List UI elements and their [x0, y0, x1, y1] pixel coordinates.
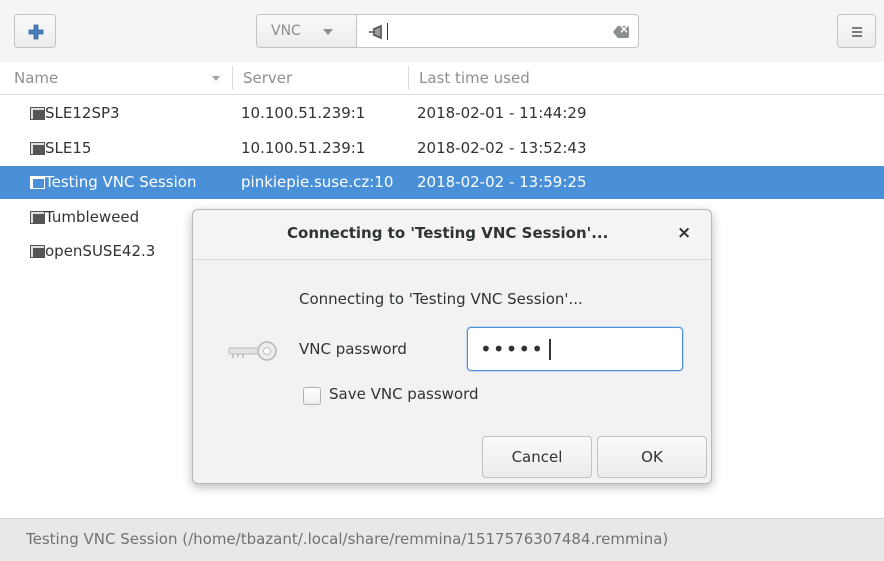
text-caret	[387, 23, 388, 40]
chevron-down-icon	[323, 29, 333, 35]
text-caret	[549, 339, 551, 360]
quick-connect-input[interactable]	[356, 14, 639, 48]
row-server: pinkiepie.suse.cz:10	[241, 173, 394, 191]
row-last-used: 2018-02-01 - 11:44:29	[417, 104, 587, 122]
status-text: Testing VNC Session (/home/tbazant/.loca…	[26, 530, 669, 548]
dialog-title: Connecting to 'Testing VNC Session'...	[287, 224, 609, 242]
sort-arrow-icon	[212, 76, 220, 81]
column-header-last-used[interactable]: Last time used	[419, 69, 530, 87]
connection-icon	[30, 245, 45, 258]
password-field[interactable]: •••••	[467, 327, 683, 371]
dialog-titlebar: Connecting to 'Testing VNC Session'... ×	[193, 210, 711, 260]
plus-icon	[28, 24, 44, 40]
list-header: Name Server Last time used	[0, 62, 884, 95]
row-server: 10.100.51.239:1	[241, 104, 366, 122]
toolbar: VNC	[0, 0, 884, 62]
connection-icon	[30, 176, 45, 189]
dialog-message: Connecting to 'Testing VNC Session'...	[299, 290, 583, 308]
connection-icon	[30, 211, 45, 224]
table-row[interactable]: SLE15 10.100.51.239:1 2018-02-02 - 13:52…	[0, 132, 884, 165]
row-name: Testing VNC Session	[45, 173, 197, 191]
close-icon[interactable]: ×	[677, 223, 691, 243]
clear-text-icon[interactable]	[613, 26, 629, 38]
authentication-dialog: Connecting to 'Testing VNC Session'... ×…	[192, 209, 712, 484]
table-row[interactable]: SLE12SP3 10.100.51.239:1 2018-02-01 - 11…	[0, 97, 884, 130]
column-separator	[408, 66, 409, 90]
save-password-checkbox[interactable]	[303, 387, 321, 405]
ok-button[interactable]: OK	[597, 436, 707, 478]
save-password-label[interactable]: Save VNC password	[329, 385, 479, 403]
add-connection-button[interactable]	[14, 14, 56, 48]
connection-icon	[30, 107, 45, 120]
plug-icon	[369, 24, 382, 40]
table-row-selected[interactable]: Testing VNC Session pinkiepie.suse.cz:10…	[0, 166, 884, 199]
row-name: SLE12SP3	[45, 104, 120, 122]
status-bar: Testing VNC Session (/home/tbazant/.loca…	[0, 518, 884, 561]
hamburger-icon	[852, 27, 862, 39]
column-header-server[interactable]: Server	[243, 69, 292, 87]
protocol-selector[interactable]: VNC	[256, 14, 357, 48]
protocol-selector-label: VNC	[271, 23, 301, 39]
password-value: •••••	[480, 337, 544, 361]
row-last-used: 2018-02-02 - 13:52:43	[417, 139, 587, 157]
connection-icon	[30, 142, 45, 155]
column-separator	[232, 66, 233, 90]
main-menu-button[interactable]	[837, 14, 876, 48]
cancel-button[interactable]: Cancel	[482, 436, 592, 478]
key-icon	[228, 341, 277, 361]
row-name: SLE15	[45, 139, 92, 157]
password-label: VNC password	[299, 340, 407, 358]
column-header-name[interactable]: Name	[14, 69, 58, 87]
row-last-used: 2018-02-02 - 13:59:25	[417, 173, 587, 191]
row-server: 10.100.51.239:1	[241, 139, 366, 157]
